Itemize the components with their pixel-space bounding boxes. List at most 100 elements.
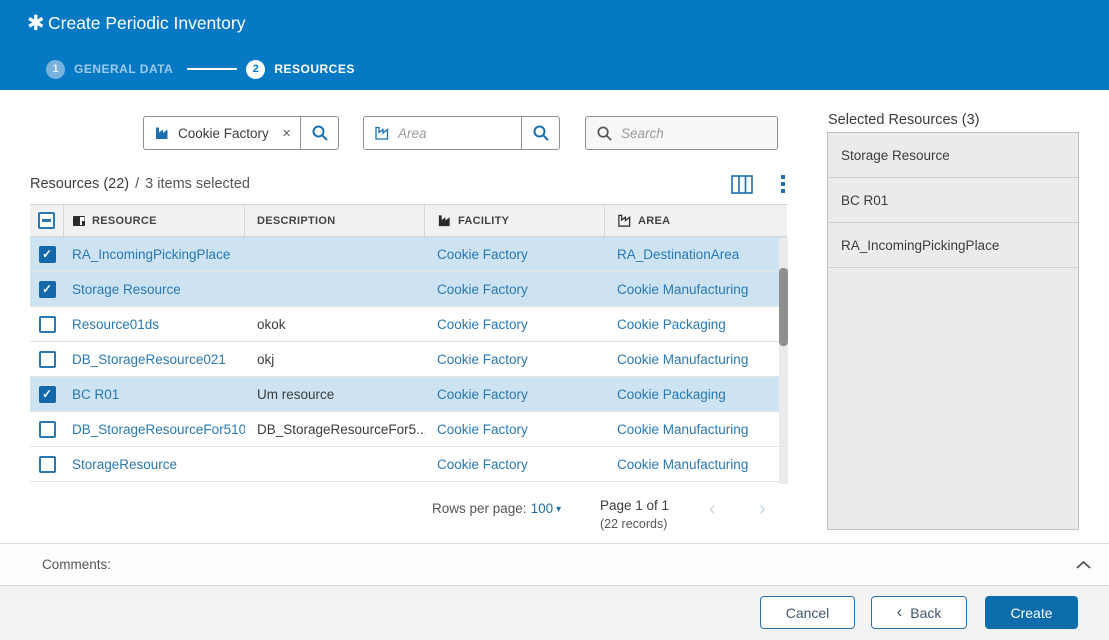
- step-general-data[interactable]: 1 GENERAL DATA: [46, 60, 173, 79]
- table-row[interactable]: BC R01 Um resource Cookie Factory Cookie…: [30, 377, 787, 412]
- rows-per-page-value[interactable]: 100: [531, 501, 554, 516]
- column-header-description[interactable]: DESCRIPTION: [245, 205, 425, 236]
- cell-resource: Resource01ds: [64, 307, 245, 341]
- area-search-button[interactable]: [521, 117, 559, 149]
- table-scrollbar[interactable]: [779, 238, 788, 484]
- cell-description: DB_StorageResourceFor5...: [245, 412, 425, 446]
- cell-resource: RA_IncomingPickingPlace: [64, 237, 245, 271]
- facility-filter[interactable]: Cookie Factory ×: [143, 116, 339, 150]
- chevron-left-icon: ‹: [897, 603, 903, 620]
- row-checkbox[interactable]: [39, 246, 56, 263]
- row-checkbox[interactable]: [39, 351, 56, 368]
- cell-description: [245, 237, 425, 271]
- wizard-header: ✱ Create Periodic Inventory 1 GENERAL DA…: [0, 0, 1109, 90]
- area-filter-placeholder: Area: [398, 126, 521, 141]
- cell-facility: Cookie Factory: [425, 377, 605, 411]
- chevron-down-icon[interactable]: ▾: [556, 504, 561, 515]
- resources-list-header: Resources (22) / 3 items selected: [30, 171, 787, 197]
- comments-bar: Comments:: [0, 543, 1109, 586]
- asterisk-icon: ✱: [27, 13, 45, 35]
- cancel-button[interactable]: Cancel: [760, 596, 855, 629]
- table-row[interactable]: DB_StorageResource021 okj Cookie Factory…: [30, 342, 787, 377]
- search-icon: [596, 125, 613, 142]
- area-filter[interactable]: Area: [363, 116, 560, 150]
- cell-description: okok: [245, 307, 425, 341]
- step-1-circle: 1: [46, 60, 65, 79]
- search-icon: [532, 124, 550, 142]
- search-icon: [311, 124, 329, 142]
- cell-area: RA_DestinationArea: [605, 237, 787, 271]
- table-header-row: RESOURCE DESCRIPTION FACILITY AREA: [30, 204, 787, 237]
- table-row[interactable]: DB_StorageResourceFor510 DB_StorageResou…: [30, 412, 787, 447]
- records-count: (22 records): [600, 515, 669, 533]
- search-placeholder: Search: [621, 126, 777, 141]
- step-resources[interactable]: 2 RESOURCES: [246, 60, 355, 79]
- cell-facility: Cookie Factory: [425, 307, 605, 341]
- resources-count: Resources (22): [30, 176, 129, 192]
- cell-facility: Cookie Factory: [425, 272, 605, 306]
- row-checkbox[interactable]: [39, 281, 56, 298]
- resource-icon: [72, 214, 86, 228]
- select-all-checkbox[interactable]: [38, 212, 55, 229]
- facility-icon: [437, 213, 452, 228]
- row-checkbox[interactable]: [39, 316, 56, 333]
- cell-resource: Storage Resource: [64, 272, 245, 306]
- cell-facility: Cookie Factory: [425, 447, 605, 481]
- table-row[interactable]: Resource01ds okok Cookie Factory Cookie …: [30, 307, 787, 342]
- more-options-icon[interactable]: [779, 173, 787, 195]
- list-item[interactable]: BC R01: [828, 178, 1078, 223]
- search-input[interactable]: Search: [585, 116, 778, 150]
- step-2-circle: 2: [246, 60, 265, 79]
- cell-area: Cookie Packaging: [605, 377, 787, 411]
- column-header-resource[interactable]: RESOURCE: [64, 205, 245, 236]
- cell-facility: Cookie Factory: [425, 237, 605, 271]
- collapse-button[interactable]: [1075, 559, 1092, 571]
- create-periodic-inventory-dialog: ✱ Create Periodic Inventory 1 GENERAL DA…: [0, 0, 1109, 640]
- cell-area: Cookie Manufacturing: [605, 272, 787, 306]
- chevron-left-icon[interactable]: ‹: [709, 498, 716, 521]
- page-title: Create Periodic Inventory: [48, 13, 245, 34]
- row-checkbox[interactable]: [39, 456, 56, 473]
- items-selected-count: 3 items selected: [145, 176, 250, 192]
- area-icon: [374, 125, 390, 141]
- cell-resource: DB_StorageResourceFor510: [64, 412, 245, 446]
- columns-icon[interactable]: [731, 175, 753, 194]
- create-button[interactable]: Create: [985, 596, 1078, 629]
- scrollbar-thumb[interactable]: [779, 268, 788, 346]
- comments-label: Comments:: [42, 557, 111, 572]
- back-button[interactable]: ‹ Back: [871, 596, 967, 629]
- facility-search-button[interactable]: [300, 117, 338, 149]
- cell-resource: DB_StorageResource021: [64, 342, 245, 376]
- table-row[interactable]: StorageResource Cookie Factory Cookie Ma…: [30, 447, 787, 482]
- chevron-right-icon[interactable]: ›: [759, 498, 766, 521]
- wizard-steps: 1 GENERAL DATA 2 RESOURCES: [46, 59, 355, 79]
- column-header-area[interactable]: AREA: [605, 205, 787, 236]
- cell-description: okj: [245, 342, 425, 376]
- row-checkbox[interactable]: [39, 421, 56, 438]
- cell-facility: Cookie Factory: [425, 342, 605, 376]
- resources-table: RESOURCE DESCRIPTION FACILITY AREA RA_In…: [30, 204, 787, 482]
- step-1-label: GENERAL DATA: [74, 62, 173, 76]
- facility-filter-value: Cookie Factory: [178, 126, 282, 141]
- rows-per-page[interactable]: Rows per page:100▾: [432, 501, 561, 516]
- cell-resource: BC R01: [64, 377, 245, 411]
- cell-facility: Cookie Factory: [425, 412, 605, 446]
- facility-icon: [154, 125, 170, 141]
- row-checkbox[interactable]: [39, 386, 56, 403]
- column-header-facility[interactable]: FACILITY: [425, 205, 605, 236]
- footer: Cancel ‹ Back Create: [0, 586, 1109, 640]
- cell-area: Cookie Manufacturing: [605, 412, 787, 446]
- step-connector: [187, 68, 237, 70]
- list-item[interactable]: RA_IncomingPickingPlace: [828, 223, 1078, 268]
- close-icon[interactable]: ×: [282, 125, 291, 142]
- cell-area: Cookie Packaging: [605, 307, 787, 341]
- cell-description: Um resource: [245, 377, 425, 411]
- selected-resources-panel: Storage Resource BC R01 RA_IncomingPicki…: [827, 132, 1079, 530]
- table-row[interactable]: Storage Resource Cookie Factory Cookie M…: [30, 272, 787, 307]
- step-2-label: RESOURCES: [274, 62, 355, 76]
- list-item[interactable]: Storage Resource: [828, 133, 1078, 178]
- separator: /: [135, 176, 139, 192]
- page-info: Page 1 of 1 (22 records): [600, 497, 669, 533]
- table-row[interactable]: RA_IncomingPickingPlace Cookie Factory R…: [30, 237, 787, 272]
- selected-resources-title: Selected Resources (3): [828, 112, 980, 128]
